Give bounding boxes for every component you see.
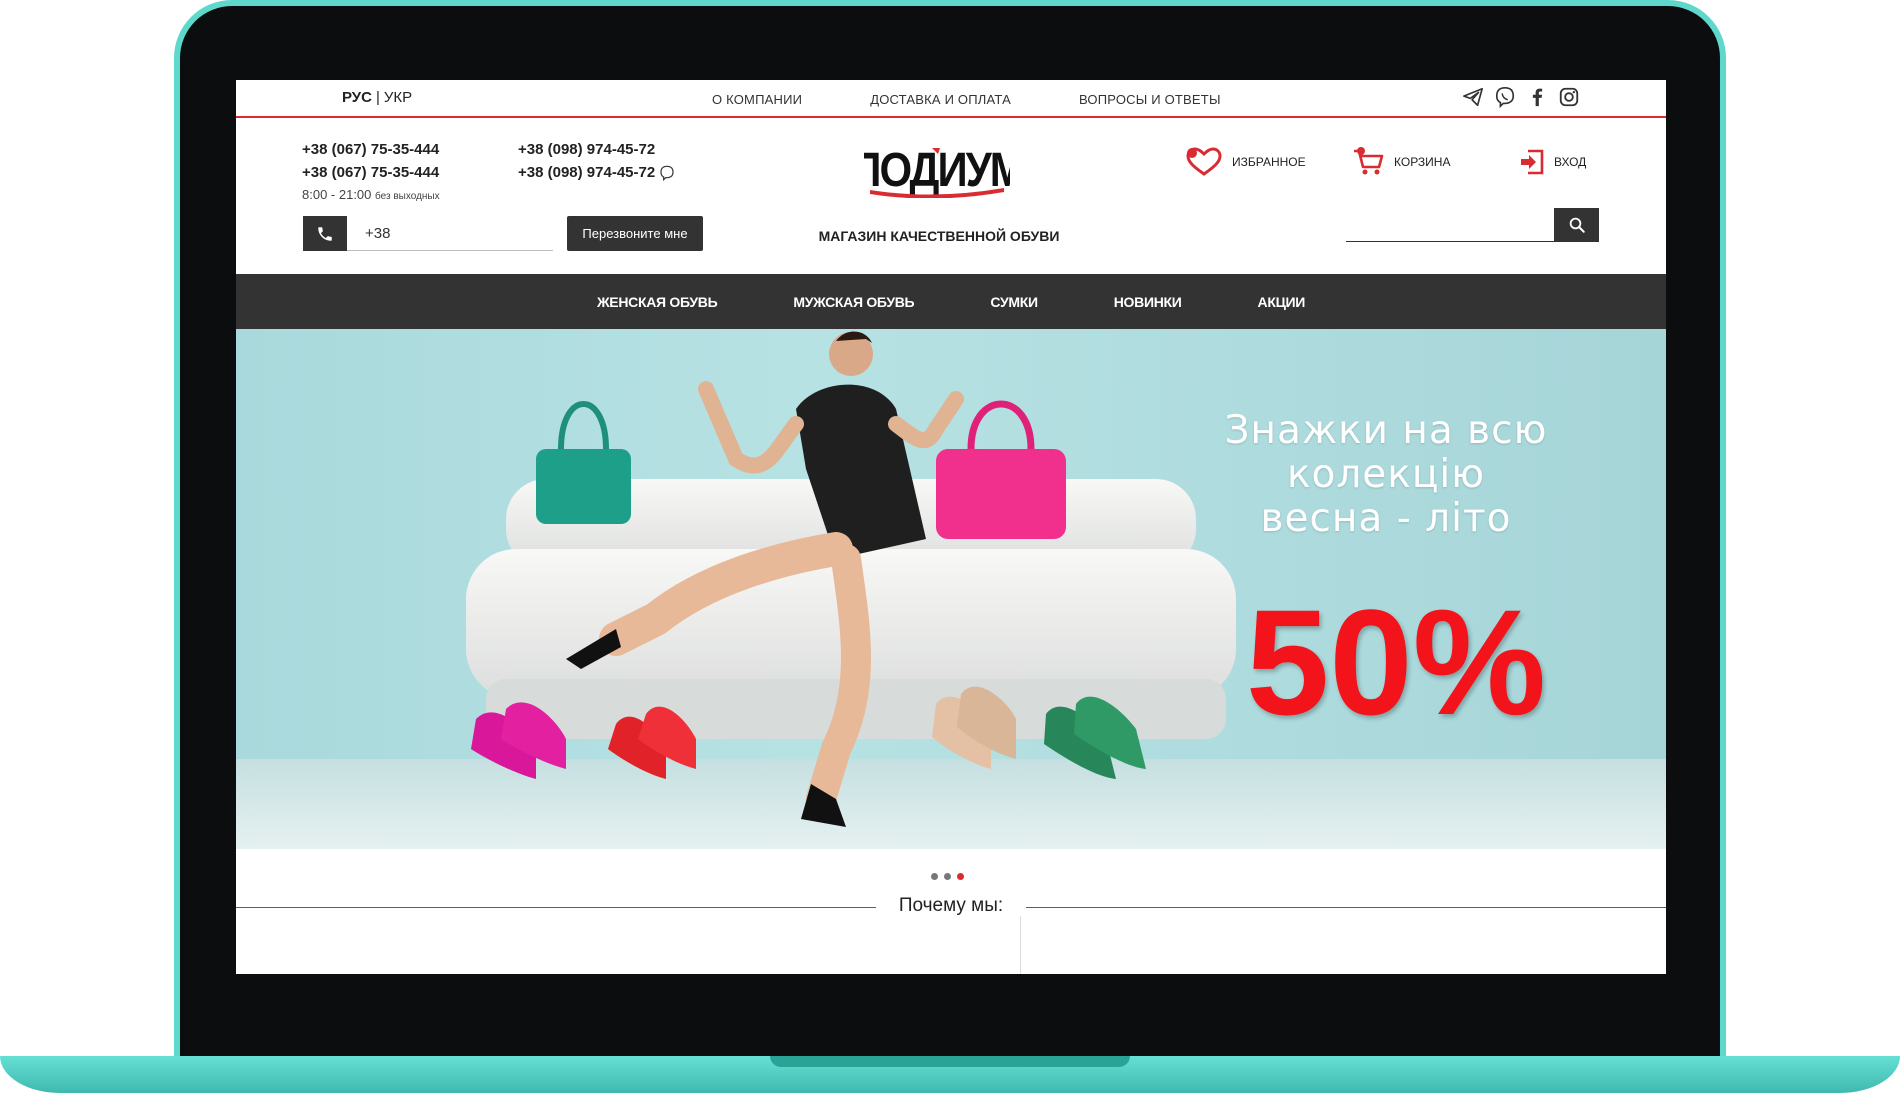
nav-men-shoes[interactable]: Мужская обувь bbox=[755, 294, 952, 310]
login-label: Вход bbox=[1554, 155, 1587, 169]
banner-discount: 50% bbox=[1245, 578, 1547, 746]
banner-line-3: весна - літо bbox=[1260, 496, 1512, 541]
top-bar: РУС | УКР О компании Доставка и оплата Воп… bbox=[236, 80, 1666, 118]
site-logo[interactable]: ПОДИУМ bbox=[864, 146, 1010, 198]
nav-bags[interactable]: Сумки bbox=[952, 294, 1075, 310]
slider-dot[interactable] bbox=[931, 873, 938, 880]
header-actions: Избранное Корзина Вход bbox=[1184, 146, 1586, 178]
laptop-notch bbox=[770, 1056, 1130, 1067]
callback-form: Перезвоните мне bbox=[303, 216, 703, 251]
phone-number: +38 (098) 974-45-72 bbox=[518, 164, 656, 181]
hours-text: 8:00 - 21:00 bbox=[302, 187, 372, 202]
callback-button[interactable]: Перезвоните мне bbox=[567, 216, 703, 251]
phone-number[interactable]: +38 (067) 75-35-444 bbox=[302, 164, 458, 181]
phone-number[interactable]: +38 (098) 974-45-72 bbox=[518, 141, 674, 158]
favorites-link[interactable]: Избранное bbox=[1184, 146, 1352, 178]
logo-tagline: Магазин качественной обуви bbox=[818, 228, 1060, 244]
viber-icon[interactable] bbox=[1494, 86, 1516, 108]
login-link[interactable]: Вход bbox=[1518, 146, 1586, 178]
contact-phones: +38 (067) 75-35-444 +38 (098) 974-45-72 … bbox=[302, 141, 674, 202]
slider-dot[interactable] bbox=[944, 873, 951, 880]
nav-sales[interactable]: Акции bbox=[1220, 294, 1344, 310]
cart-link[interactable]: Корзина bbox=[1352, 146, 1518, 178]
search-bar bbox=[1346, 208, 1599, 242]
phone-number[interactable]: +38 (067) 75-35-444 bbox=[302, 141, 458, 158]
social-links bbox=[1462, 86, 1580, 108]
callback-phone-input[interactable] bbox=[347, 216, 553, 251]
favorites-label: Избранное bbox=[1232, 155, 1306, 169]
search-button[interactable] bbox=[1554, 208, 1599, 242]
banner-line-1: Знажки на всю bbox=[1224, 408, 1548, 453]
working-hours: 8:00 - 21:00 без выходных bbox=[302, 187, 674, 202]
main-nav: Женская обувь Мужская обувь Сумки Новинк… bbox=[236, 274, 1666, 329]
search-icon bbox=[1569, 217, 1585, 233]
viber-phone[interactable]: +38 (098) 974-45-72 bbox=[518, 164, 674, 181]
viber-small-icon bbox=[660, 165, 674, 181]
nav-women-shoes[interactable]: Женская обувь bbox=[559, 294, 755, 310]
website-screen: РУС | УКР О компании Доставка и оплата Воп… bbox=[236, 80, 1666, 974]
phone-icon bbox=[303, 216, 347, 251]
top-nav-delivery[interactable]: Доставка и оплата bbox=[870, 92, 1011, 107]
banner-line-2: колекцію bbox=[1286, 452, 1486, 497]
cart-label: Корзина bbox=[1394, 155, 1451, 169]
banner-promo-text: Знажки на всю колекцію весна - літо bbox=[1216, 409, 1556, 541]
hours-note: без выходных bbox=[375, 191, 440, 202]
lang-ru-link[interactable]: РУС bbox=[342, 89, 372, 106]
top-nav: О компании Доставка и оплата Вопросы и о… bbox=[712, 92, 1221, 107]
nav-new[interactable]: Новинки bbox=[1076, 294, 1220, 310]
language-switcher: РУС | УКР bbox=[342, 89, 412, 106]
laptop-frame: РУС | УКР О компании Доставка и оплата Воп… bbox=[0, 0, 1900, 1093]
lang-separator: | bbox=[375, 89, 380, 106]
section-title: Почему мы: bbox=[888, 895, 1014, 916]
hero-banner[interactable]: Знажки на всю колекцію весна - літо 50% bbox=[236, 329, 1666, 849]
search-input[interactable] bbox=[1346, 208, 1554, 242]
top-nav-faq[interactable]: Вопросы и ответы bbox=[1079, 92, 1221, 107]
heart-icon bbox=[1186, 147, 1222, 176]
slider-dots bbox=[931, 873, 964, 880]
lang-ua-link[interactable]: УКР bbox=[384, 89, 412, 106]
telegram-icon[interactable] bbox=[1462, 86, 1484, 108]
top-nav-about[interactable]: О компании bbox=[712, 92, 802, 107]
svg-text:ПОДИУМ: ПОДИУМ bbox=[864, 146, 1010, 197]
section-title-wrap: Почему мы: bbox=[236, 895, 1666, 917]
login-icon bbox=[1521, 149, 1544, 175]
instagram-icon[interactable] bbox=[1558, 86, 1580, 108]
facebook-icon[interactable] bbox=[1526, 86, 1548, 108]
column-divider bbox=[1020, 916, 1021, 974]
cart-icon bbox=[1354, 147, 1384, 175]
slider-dot-active[interactable] bbox=[957, 873, 964, 880]
